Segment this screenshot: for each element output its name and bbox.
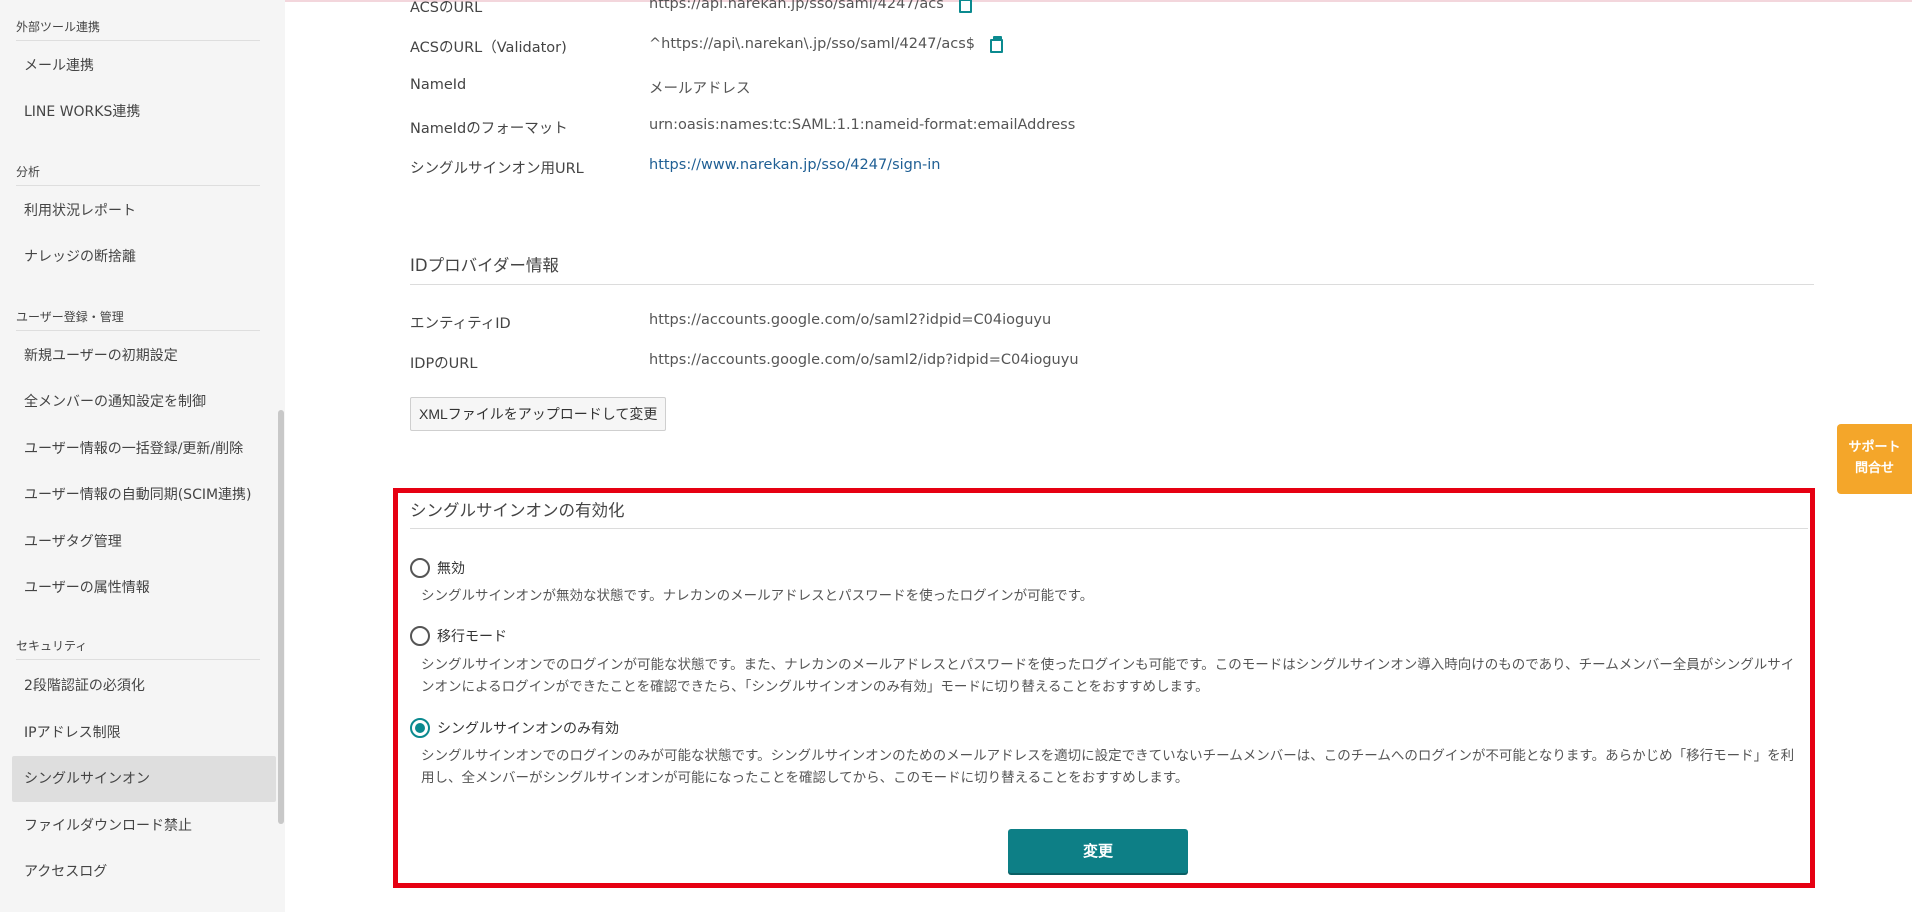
nameid-format-label: NameIdのフォーマット: [410, 121, 568, 137]
sso-settings-main: ACSのURL https://api.narekan.jp/sso/saml/…: [285, 0, 1912, 912]
sidebar-item-bulk-user-update[interactable]: ユーザー情報の一括登録/更新/削除: [12, 426, 276, 472]
apply-change-button[interactable]: 変更: [1008, 829, 1188, 873]
sidebar-section-user-management: ユーザー登録・管理: [16, 308, 260, 331]
settings-sidebar: 外部ツール連携 メール連携 LINE WORKS連携 分析 利用状況レポート ナ…: [0, 0, 285, 912]
idp-info-title: IDプロバイダー情報: [410, 256, 559, 275]
radio-option-label: 無効: [437, 561, 465, 577]
radio-option-migration-mode[interactable]: 移行モード: [410, 626, 507, 646]
acs-url-value: https://api.narekan.jp/sso/saml/4247/acs: [649, 0, 972, 13]
entity-id-label: エンティティID: [410, 316, 511, 332]
sidebar-section-analytics: 分析: [16, 163, 260, 186]
sidebar-scrollbar[interactable]: [278, 410, 284, 824]
support-tab-line2: 問合せ: [1854, 461, 1894, 476]
idp-url-value: https://accounts.google.com/o/saml2/idp?…: [649, 352, 1079, 368]
copy-icon[interactable]: [958, 0, 972, 13]
sidebar-item-scim-sync[interactable]: ユーザー情報の自動同期(SCIM連携): [12, 472, 276, 518]
sidebar-item-2fa-required[interactable]: 2段階認証の必須化: [12, 663, 276, 709]
nameid-format-value: urn:oasis:names:tc:SAML:1.1:nameid-forma…: [649, 117, 1076, 133]
sidebar-item-mail-integration[interactable]: メール連携: [12, 43, 276, 89]
sidebar-section-integrations: 外部ツール連携: [16, 18, 260, 41]
acs-url-text: https://api.narekan.jp/sso/saml/4247/acs: [649, 0, 944, 12]
radio-button-selected[interactable]: [410, 718, 430, 738]
sidebar-item-access-log[interactable]: アクセスログ: [12, 849, 276, 895]
nameid-value: メールアドレス: [649, 81, 751, 97]
sidebar-section-security: セキュリティ: [16, 637, 260, 660]
sidebar-item-single-sign-on[interactable]: シングルサインオン: [12, 756, 276, 802]
sidebar-item-new-user-defaults[interactable]: 新規ユーザーの初期設定: [12, 333, 276, 379]
sidebar-item-notification-control[interactable]: 全メンバーの通知設定を制御: [12, 379, 276, 425]
sidebar-item-lineworks-integration[interactable]: LINE WORKS連携: [12, 89, 276, 135]
sidebar-item-usage-report[interactable]: 利用状況レポート: [12, 188, 276, 234]
sso-enable-title: シングルサインオンの有効化: [410, 501, 625, 520]
radio-option-description: シングルサインオンが無効な状態です。ナレカンのメールアドレスとパスワードを使った…: [421, 588, 1094, 604]
support-contact-tab[interactable]: サポート 問合せ: [1837, 424, 1912, 494]
sidebar-item-user-tags[interactable]: ユーザタグ管理: [12, 519, 276, 565]
copy-icon[interactable]: [989, 36, 1003, 53]
acs-validator-value: ^https://api\.narekan\.jp/sso/saml/4247/…: [649, 36, 1003, 53]
radio-option-sso-only[interactable]: シングルサインオンのみ有効: [410, 718, 619, 738]
nameid-label: NameId: [410, 77, 467, 93]
acs-validator-label: ACSのURL（Validator): [410, 40, 567, 56]
radio-option-disabled[interactable]: 無効: [410, 558, 465, 578]
radio-option-description: シングルサインオンでのログインのみが可能な状態です。シングルサインオンのためのメ…: [421, 748, 1795, 786]
entity-id-value: https://accounts.google.com/o/saml2?idpi…: [649, 312, 1052, 328]
sso-url-link[interactable]: https://www.narekan.jp/sso/4247/sign-in: [649, 157, 941, 173]
radio-option-label: 移行モード: [437, 629, 507, 645]
acs-validator-text: ^https://api\.narekan\.jp/sso/saml/4247/…: [649, 36, 975, 52]
acs-url-label: ACSのURL: [410, 0, 483, 16]
sso-enable-divider: [410, 528, 1808, 529]
idp-url-label: IDPのURL: [410, 356, 478, 372]
sso-url-label: シングルサインオン用URL: [410, 161, 584, 177]
idp-info-divider: [410, 284, 1814, 285]
radio-button[interactable]: [410, 558, 430, 578]
sidebar-item-user-attributes[interactable]: ユーザーの属性情報: [12, 565, 276, 611]
sidebar-item-download-restriction[interactable]: ファイルダウンロード禁止: [12, 803, 276, 849]
radio-button[interactable]: [410, 626, 430, 646]
support-tab-line1: サポート: [1848, 440, 1901, 455]
radio-option-description: シングルサインオンでのログインが可能な状態です。また、ナレカンのメールアドレスと…: [421, 657, 1795, 695]
radio-option-label: シングルサインオンのみ有効: [437, 721, 619, 737]
sidebar-item-knowledge-cleanup[interactable]: ナレッジの断捨離: [12, 234, 276, 280]
sidebar-item-ip-restriction[interactable]: IPアドレス制限: [12, 710, 276, 756]
upload-xml-button[interactable]: XMLファイルをアップロードして変更: [410, 397, 667, 431]
